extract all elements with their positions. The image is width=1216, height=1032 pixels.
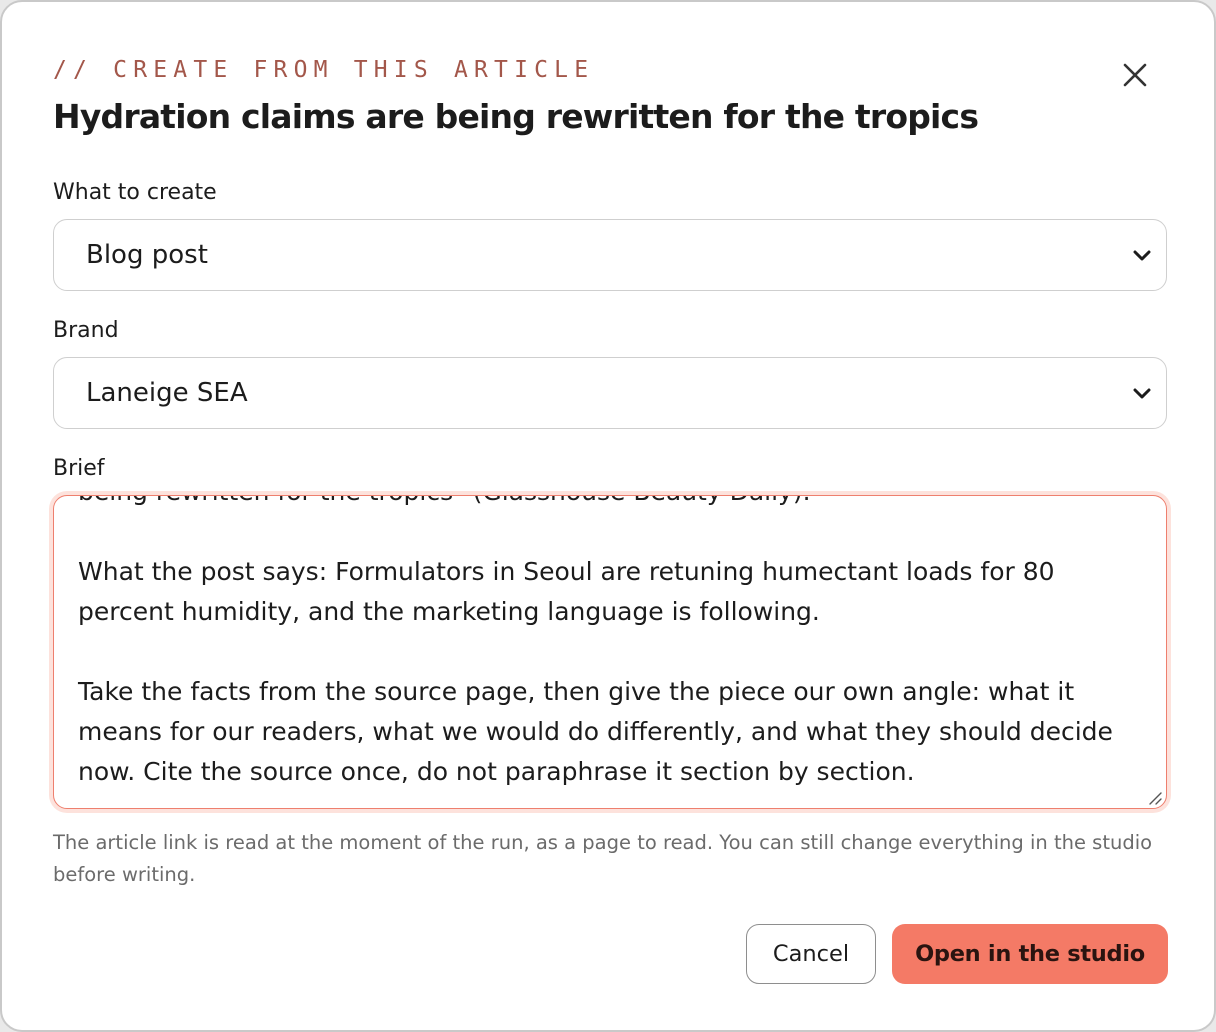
dialog-eyebrow: // CREATE FROM THIS ARTICLE — [53, 57, 595, 83]
close-icon — [1123, 63, 1147, 87]
resize-handle-icon[interactable] — [1146, 789, 1162, 805]
type-select-value: Blog post — [86, 240, 208, 270]
brand-select-value: Laneige SEA — [86, 378, 248, 408]
type-select[interactable]: Blog post — [53, 219, 1167, 291]
brief-paragraph: What the post says: Formulators in Seoul… — [78, 557, 1055, 626]
brief-field-label: Brief — [53, 456, 105, 481]
cancel-button[interactable]: Cancel — [746, 924, 876, 984]
brand-select[interactable]: Laneige SEA — [53, 357, 1167, 429]
type-field-label: What to create — [53, 180, 217, 205]
brief-paragraph: being rewritten for the tropics" (Glassh… — [78, 496, 1146, 512]
brief-text: being rewritten for the tropics" (Glassh… — [78, 496, 1146, 792]
brief-textarea[interactable]: being rewritten for the tropics" (Glassh… — [53, 495, 1167, 809]
chevron-down-icon — [1133, 388, 1151, 399]
dialog-title: Hydration claims are being rewritten for… — [53, 97, 979, 136]
chevron-down-icon — [1133, 250, 1151, 261]
brief-blank-line — [78, 632, 1146, 672]
brand-field-label: Brand — [53, 318, 119, 343]
create-from-article-dialog: // CREATE FROM THIS ARTICLE Hydration cl… — [0, 0, 1216, 1032]
brief-blank-line — [78, 512, 1146, 552]
open-in-studio-button[interactable]: Open in the studio — [892, 924, 1168, 984]
close-button[interactable] — [1114, 56, 1156, 96]
brief-hint: The article link is read at the moment o… — [53, 831, 1153, 886]
brief-paragraph: Take the facts from the source page, the… — [78, 677, 1113, 786]
